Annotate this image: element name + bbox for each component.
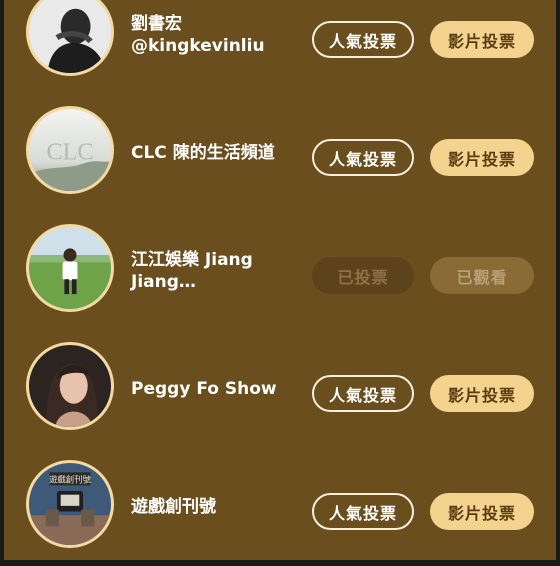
creator-avatar[interactable]	[26, 224, 114, 312]
avatar-image	[29, 0, 111, 73]
creator-name-line2: Jiang…	[131, 272, 196, 292]
creator-name-line2: @kingkevinliu	[131, 36, 265, 56]
avatar-image: 遊戲創刊號	[29, 463, 111, 545]
creator-row: CLC CLC 陳的生活頻道 人氣投票 影片投票	[4, 94, 556, 212]
creator-avatar[interactable]: 遊戲創刊號	[26, 460, 114, 548]
creator-row: 江江娛樂 Jiang Jiang… 已投票 已觀看	[4, 212, 556, 330]
creator-name: Peggy Fo Show	[131, 330, 301, 448]
creator-name-line1: 遊戲創刊號	[131, 497, 216, 517]
video-vote-button[interactable]: 影片投票	[430, 21, 534, 58]
creator-row: 遊戲創刊號 遊戲創刊號 人氣投票 影片投票	[4, 448, 556, 566]
creator-name-line1: CLC 陳的生活頻道	[131, 143, 275, 163]
avatar-logo-text: CLC	[46, 138, 93, 165]
video-vote-button[interactable]: 影片投票	[430, 493, 534, 530]
popularity-vote-button[interactable]: 人氣投票	[312, 139, 414, 176]
creator-name: 劉書宏 @kingkevinliu	[131, 0, 301, 94]
creator-vote-list: 劉書宏 @kingkevinliu 人氣投票 影片投票 CLC CLC 陳的生活…	[4, 0, 556, 560]
avatar-image	[29, 227, 111, 309]
avatar-image	[29, 345, 111, 427]
creator-name: 江江娛樂 Jiang Jiang…	[131, 212, 301, 330]
creator-avatar[interactable]	[26, 342, 114, 430]
popularity-vote-button[interactable]: 人氣投票	[312, 375, 414, 412]
popularity-vote-button[interactable]: 人氣投票	[312, 21, 414, 58]
creator-name-line1: Peggy Fo Show	[131, 379, 277, 399]
creator-avatar[interactable]: CLC	[26, 106, 114, 194]
avatar-image: CLC	[29, 109, 111, 191]
creator-name-line1: 劉書宏	[131, 14, 182, 34]
video-vote-button[interactable]: 影片投票	[430, 139, 534, 176]
creator-row: Peggy Fo Show 人氣投票 影片投票	[4, 330, 556, 448]
creator-avatar[interactable]	[26, 0, 114, 76]
watched-button: 已觀看	[430, 257, 534, 294]
avatar-logo-text: 遊戲創刊號	[49, 475, 91, 485]
creator-row: 劉書宏 @kingkevinliu 人氣投票 影片投票	[4, 0, 556, 94]
video-vote-button[interactable]: 影片投票	[430, 375, 534, 412]
creator-name: 遊戲創刊號	[131, 448, 301, 566]
creator-name-line1: 江江娛樂 Jiang	[131, 250, 253, 270]
popularity-vote-button[interactable]: 人氣投票	[312, 493, 414, 530]
voted-button: 已投票	[312, 257, 414, 294]
creator-name: CLC 陳的生活頻道	[131, 94, 301, 212]
